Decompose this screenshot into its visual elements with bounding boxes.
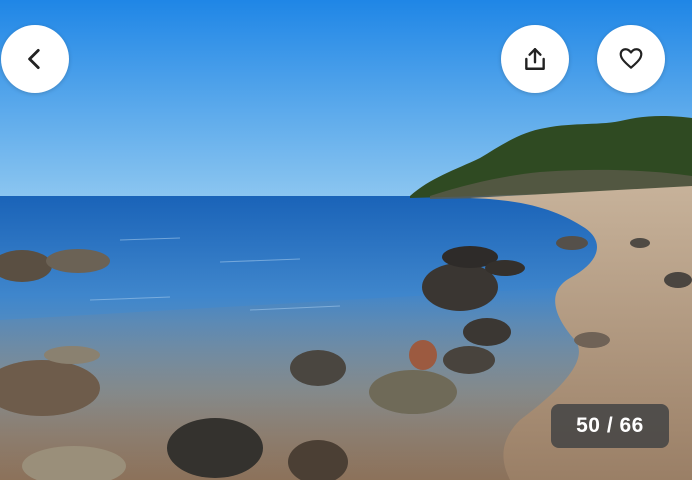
counter-total: 66 <box>619 414 644 437</box>
photo-counter: 50 / 66 <box>551 404 669 448</box>
counter-current: 50 <box>576 414 601 437</box>
counter-separator: / <box>600 414 620 437</box>
save-button[interactable] <box>597 25 665 93</box>
back-button[interactable] <box>1 25 69 93</box>
share-icon <box>525 48 545 70</box>
share-button[interactable] <box>501 25 569 93</box>
chevron-left-icon <box>28 48 40 70</box>
heart-icon <box>619 48 643 69</box>
photo-viewer: 50 / 66 <box>0 0 692 480</box>
